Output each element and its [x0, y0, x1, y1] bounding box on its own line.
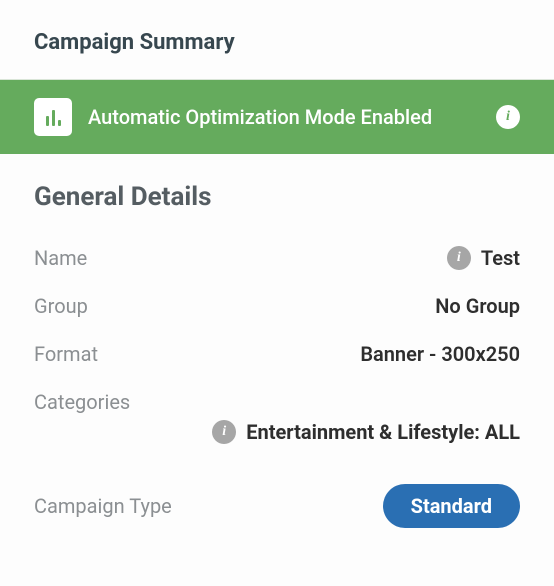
name-label: Name [34, 246, 87, 270]
info-icon[interactable]: i [447, 246, 471, 270]
format-row: Format Banner - 300x250 [34, 330, 520, 378]
info-icon[interactable]: i [212, 420, 236, 444]
general-details-section: General Details Name i Test Group No Gro… [0, 154, 554, 538]
group-value: No Group [435, 294, 520, 318]
info-icon[interactable]: i [496, 105, 520, 129]
name-text: Test [481, 246, 520, 270]
categories-label: Categories [34, 390, 130, 414]
categories-value: i Entertainment & Lifestyle: ALL [34, 420, 520, 456]
format-text: Banner - 300x250 [360, 342, 520, 366]
group-row: Group No Group [34, 282, 520, 330]
campaign-type-label: Campaign Type [34, 494, 172, 518]
categories-row: Categories [34, 378, 520, 420]
group-text: No Group [435, 294, 520, 318]
campaign-type-row: Campaign Type Standard [34, 456, 520, 538]
categories-text: Entertainment & Lifestyle: ALL [246, 420, 520, 444]
campaign-type-badge: Standard [383, 484, 520, 528]
name-row: Name i Test [34, 234, 520, 282]
banner-message: Automatic Optimization Mode Enabled [88, 105, 482, 129]
section-title: General Details [34, 182, 520, 212]
format-value: Banner - 300x250 [360, 342, 520, 366]
bar-chart-icon [34, 98, 72, 136]
format-label: Format [34, 342, 98, 366]
page-title: Campaign Summary [0, 0, 554, 79]
optimization-banner: Automatic Optimization Mode Enabled i [0, 79, 554, 154]
group-label: Group [34, 294, 88, 318]
name-value: i Test [447, 246, 520, 270]
